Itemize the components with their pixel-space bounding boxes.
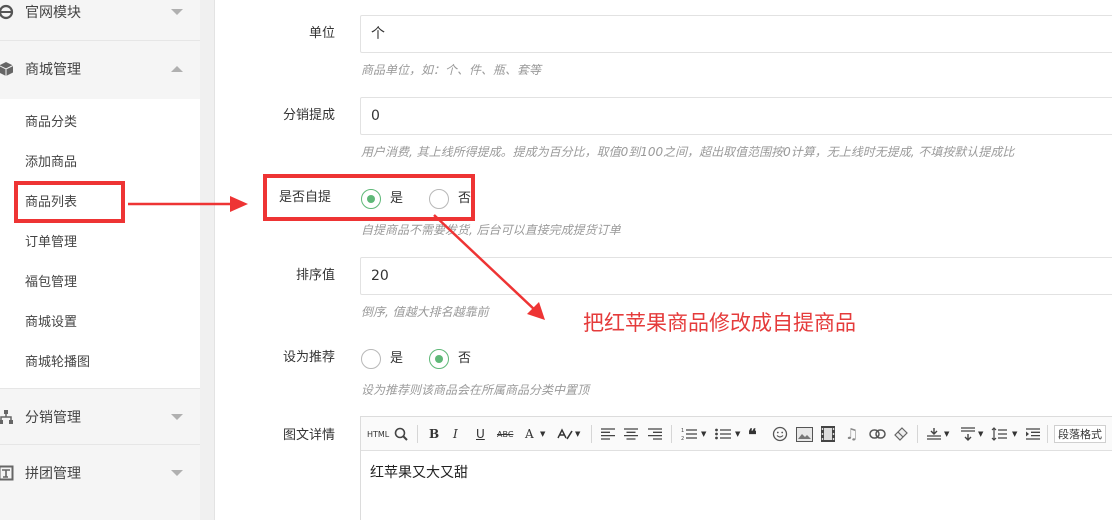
annotation-arrows: [128, 196, 545, 320]
annotation-instruction: 把红苹果商品修改成自提商品: [583, 311, 856, 335]
